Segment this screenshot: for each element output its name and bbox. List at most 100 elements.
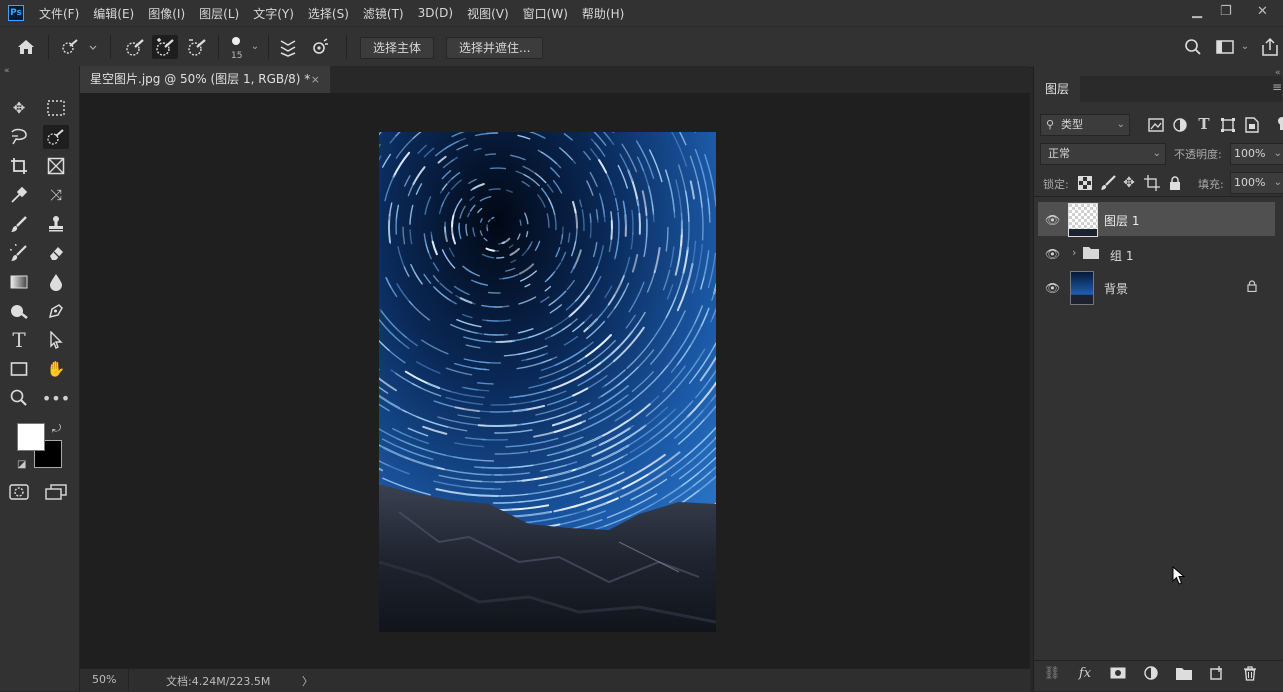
hand-tool-icon[interactable]: ✋ [43,357,69,381]
chevron-down-icon[interactable]: ⌄ [248,39,262,53]
layers-tab[interactable]: 图层 [1034,76,1080,102]
fx-icon[interactable]: fx [1075,664,1095,682]
new-selection-icon[interactable] [122,35,148,59]
layer-name[interactable]: 图层 1 [1104,212,1139,229]
menu-type[interactable]: 文字(Y) [253,5,294,22]
fill-label: 填充: [1198,178,1224,191]
fill-field[interactable]: 100% ⌄ [1230,172,1283,194]
search-icon[interactable] [1183,37,1203,57]
sample-all-layers-icon[interactable] [276,35,300,59]
add-mask-icon[interactable] [1108,664,1128,682]
subtract-from-selection-icon[interactable] [184,35,210,59]
select-and-mask-button[interactable]: 选择并遮住... [446,37,544,59]
workspace-chevron-icon[interactable]: ⌄ [1238,39,1252,53]
toolbox: « ✥ ⤨ T ✋ ••• ⤾ ◪ [0,66,80,691]
filter-adjustment-icon[interactable] [1170,116,1190,134]
tool-preset-icon[interactable] [58,37,98,57]
content-aware-move-tool-icon[interactable]: ⤨ [43,183,69,207]
menu-view[interactable]: 视图(V) [467,5,509,22]
pen-tool-icon[interactable] [43,299,69,323]
lock-position-icon[interactable]: ✥ [1120,174,1138,192]
menu-help[interactable]: 帮助(H) [582,5,624,22]
move-tool-icon[interactable]: ✥ [6,96,32,120]
zoom-level[interactable]: 50% [92,673,116,686]
layer-row-group1[interactable]: 👁 › 组 1 [1038,238,1275,272]
panel-menu-icon[interactable]: ≡ [1272,80,1282,94]
swap-colors-icon[interactable]: ⤾ [52,422,61,436]
foreground-color-swatch[interactable] [17,423,45,451]
add-to-selection-icon[interactable] [152,35,178,59]
opacity-field[interactable]: 100% ⌄ [1230,143,1283,165]
link-layers-icon[interactable]: ⛓ [1042,664,1062,682]
collapse-panels-icon[interactable]: « [1275,68,1281,78]
filter-pixel-icon[interactable] [1146,116,1166,134]
collapse-toolbox-icon[interactable]: « [4,66,10,76]
blend-mode-select[interactable]: 正常 ⌄ [1040,143,1166,165]
star-trail-image[interactable] [379,132,716,632]
menu-edit[interactable]: 编辑(E) [93,5,134,22]
frame-tool-icon[interactable] [43,154,69,178]
brush-tool-icon[interactable] [6,212,32,236]
clone-stamp-tool-icon[interactable] [43,212,69,236]
new-group-icon[interactable] [1174,664,1194,682]
enhance-edge-icon[interactable] [308,35,332,59]
brush-dot-icon[interactable] [226,33,246,49]
history-brush-tool-icon[interactable] [6,241,32,265]
visibility-eye-icon[interactable]: 👁 [1045,247,1060,261]
layer-row-layer1[interactable]: 👁 图层 1 [1038,202,1275,237]
close-window-icon[interactable]: ✕ [1257,4,1268,19]
close-tab-icon[interactable]: × [311,66,320,93]
screen-mode-icon[interactable] [43,480,69,504]
document-tab[interactable]: 星空图片.jpg @ 50% (图层 1, RGB/8) * × [80,66,330,93]
layer-name[interactable]: 组 1 [1110,247,1133,264]
group-expand-chevron-icon[interactable]: › [1072,246,1076,259]
menu-filter[interactable]: 滤镜(T) [363,5,404,22]
visibility-eye-icon[interactable]: 👁 [1045,281,1060,295]
eyedropper-tool-icon[interactable] [6,183,32,207]
new-layer-icon[interactable] [1207,664,1227,682]
adjustment-layer-icon[interactable] [1141,664,1161,682]
lock-transparency-icon[interactable] [1076,174,1094,192]
delete-layer-icon[interactable] [1240,664,1260,682]
home-icon[interactable] [14,37,38,57]
filter-shape-icon[interactable] [1218,116,1238,134]
workspace-icon[interactable] [1214,37,1238,57]
blur-tool-icon[interactable] [43,270,69,294]
rectangle-tool-icon[interactable] [6,357,32,381]
path-selection-tool-icon[interactable] [43,328,69,352]
layer-row-background[interactable]: 👁 背景 [1038,270,1275,305]
dodge-tool-icon[interactable] [6,299,32,323]
zoom-tool-icon[interactable] [6,386,32,410]
select-subject-button[interactable]: 选择主体 [360,37,435,59]
lock-pixels-icon[interactable] [1099,174,1117,192]
visibility-eye-icon[interactable]: 👁 [1045,213,1060,227]
menu-window[interactable]: 窗口(W) [523,5,568,22]
menu-layer[interactable]: 图层(L) [199,5,239,22]
more-tools-icon[interactable]: ••• [42,386,70,410]
lock-artboard-icon[interactable] [1143,174,1161,192]
marquee-tool-icon[interactable] [43,96,69,120]
eraser-tool-icon[interactable] [43,241,69,265]
restore-icon[interactable]: ❐ [1220,4,1232,19]
menu-select[interactable]: 选择(S) [308,5,349,22]
blend-mode-value: 正常 [1048,147,1070,160]
minimize-icon[interactable]: ▁ [1192,4,1202,19]
gradient-tool-icon[interactable] [6,270,32,294]
filter-smart-object-icon[interactable] [1242,116,1262,134]
status-menu-arrow[interactable]: 〉 [302,673,313,689]
menu-3d[interactable]: 3D(D) [418,6,453,20]
type-tool-icon[interactable]: T [6,328,32,352]
default-colors-icon[interactable]: ◪ [17,459,26,470]
lasso-tool-icon[interactable] [6,125,32,149]
crop-tool-icon[interactable] [6,154,32,178]
layer-filter-select[interactable]: ⚲ 类型 ⌄ [1040,114,1130,136]
menu-file[interactable]: 文件(F) [39,5,79,22]
quick-selection-tool-icon[interactable] [43,125,69,149]
share-icon[interactable] [1259,36,1281,58]
filter-type-icon[interactable]: T [1194,114,1214,134]
menu-image[interactable]: 图像(I) [148,5,185,22]
lock-all-icon[interactable] [1166,174,1184,192]
quick-mask-icon[interactable] [6,480,32,504]
filter-toggle-icon[interactable] [1274,115,1283,131]
layer-name[interactable]: 背景 [1104,280,1128,297]
